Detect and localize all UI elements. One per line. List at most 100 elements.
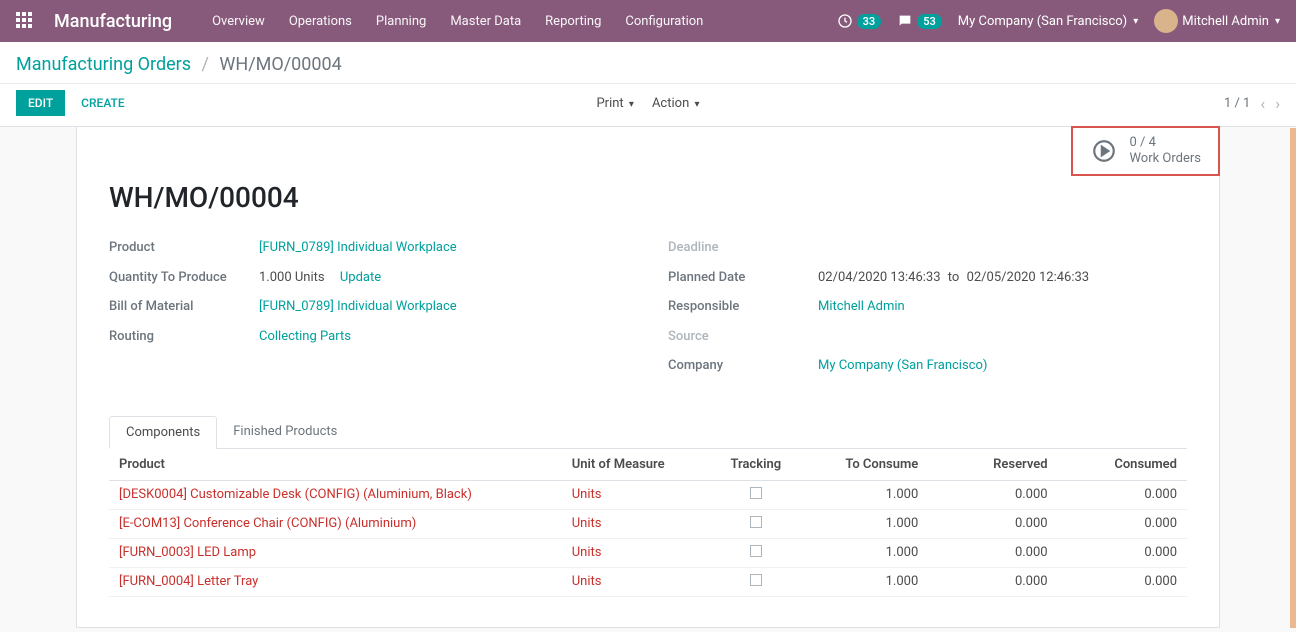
th-tracking[interactable]: Tracking (713, 449, 799, 481)
company-link[interactable]: My Company (San Francisco) (818, 358, 987, 373)
nav-overview[interactable]: Overview (212, 14, 265, 29)
planned-label: Planned Date (668, 268, 818, 288)
chat-icon (897, 13, 913, 29)
source-label: Source (668, 327, 818, 347)
product-label: Product (109, 238, 259, 258)
row-to-consume: 1.000 (799, 480, 928, 509)
th-product[interactable]: Product (109, 449, 562, 481)
fields-left: Product [FURN_0789] Individual Workplace… (109, 238, 628, 386)
clock-icon (837, 13, 853, 29)
company-name: My Company (San Francisco) (958, 14, 1127, 29)
stat-text: 0 / 4 Work Orders (1129, 135, 1201, 166)
planned-from: 02/04/2020 13:46:33 (818, 270, 941, 285)
sheet-bg: 0 / 4 Work Orders WH/MO/00004 Product [F… (0, 127, 1296, 628)
th-to-consume[interactable]: To Consume (799, 449, 928, 481)
breadcrumb-sep: / (196, 54, 215, 75)
avatar (1154, 9, 1178, 33)
fields-grid: Product [FURN_0789] Individual Workplace… (109, 238, 1187, 386)
nav-reporting[interactable]: Reporting (545, 14, 601, 29)
row-uom: Units (572, 516, 602, 531)
qty-update-link[interactable]: Update (340, 270, 381, 285)
tabs: Components Finished Products (109, 416, 1187, 449)
responsible-link[interactable]: Mitchell Admin (818, 299, 905, 314)
th-reserved[interactable]: Reserved (928, 449, 1057, 481)
nav-configuration[interactable]: Configuration (625, 14, 703, 29)
breadcrumb-root[interactable]: Manufacturing Orders (16, 54, 191, 75)
activity-count: 33 (857, 14, 882, 29)
activity-button[interactable]: 33 (837, 13, 882, 29)
toolbar: EDIT CREATE Print ▾ Action ▾ 1 / 1 ‹ › (0, 84, 1296, 127)
qty-value: 1.000 Units (259, 270, 325, 285)
row-consumed: 0.000 (1058, 480, 1187, 509)
nav-right: 33 53 My Company (San Francisco) ▾ Mitch… (837, 9, 1280, 33)
table-row[interactable]: [FURN_0004] Letter TrayUnits1.0000.0000.… (109, 567, 1187, 596)
scroll-indicator (1290, 128, 1296, 628)
brand-title[interactable]: Manufacturing (54, 11, 172, 32)
components-table: Product Unit of Measure Tracking To Cons… (109, 449, 1187, 597)
form-sheet: 0 / 4 Work Orders WH/MO/00004 Product [F… (76, 127, 1220, 628)
nav-master-data[interactable]: Master Data (450, 14, 521, 29)
product-link[interactable]: [FURN_0789] Individual Workplace (259, 240, 457, 255)
navbar: Manufacturing Overview Operations Planni… (0, 0, 1296, 42)
user-name: Mitchell Admin (1182, 14, 1269, 29)
table-row[interactable]: [DESK0004] Customizable Desk (CONFIG) (A… (109, 480, 1187, 509)
pager-prev[interactable]: ‹ (1260, 94, 1265, 113)
tab-components[interactable]: Components (109, 416, 217, 449)
row-reserved: 0.000 (928, 567, 1057, 596)
qty-label: Quantity To Produce (109, 268, 259, 288)
pager-next[interactable]: › (1275, 94, 1280, 113)
row-reserved: 0.000 (928, 538, 1057, 567)
nav-operations[interactable]: Operations (289, 14, 352, 29)
row-to-consume: 1.000 (799, 538, 928, 567)
company-switcher[interactable]: My Company (San Francisco) ▾ (958, 14, 1138, 29)
action-dropdown[interactable]: Action ▾ (652, 96, 700, 111)
row-product-link[interactable]: [FURN_0004] Letter Tray (119, 574, 258, 589)
bom-label: Bill of Material (109, 297, 259, 317)
toolbar-center: Print ▾ Action ▾ (596, 96, 699, 111)
pager: 1 / 1 ‹ › (1224, 94, 1280, 113)
routing-label: Routing (109, 327, 259, 347)
create-button[interactable]: CREATE (77, 90, 128, 116)
row-to-consume: 1.000 (799, 509, 928, 538)
planned-to-word: to (944, 270, 964, 285)
row-consumed: 0.000 (1058, 538, 1187, 567)
responsible-label: Responsible (668, 297, 818, 317)
table-row[interactable]: [FURN_0003] LED LampUnits1.0000.0000.000 (109, 538, 1187, 567)
planned-to: 02/05/2020 12:46:33 (967, 270, 1090, 285)
stat-label: Work Orders (1129, 151, 1201, 167)
row-tracking-checkbox[interactable] (750, 516, 762, 528)
stat-count: 0 / 4 (1129, 135, 1201, 151)
row-uom: Units (572, 574, 602, 589)
row-product-link[interactable]: [E-COM13] Conference Chair (CONFIG) (Alu… (119, 516, 416, 531)
routing-link[interactable]: Collecting Parts (259, 329, 351, 344)
edit-button[interactable]: EDIT (16, 90, 65, 116)
row-tracking-checkbox[interactable] (750, 574, 762, 586)
form-body: WH/MO/00004 Product [FURN_0789] Individu… (77, 127, 1219, 597)
tab-finished-products[interactable]: Finished Products (217, 416, 353, 448)
bom-link[interactable]: [FURN_0789] Individual Workplace (259, 299, 457, 314)
table-row[interactable]: [E-COM13] Conference Chair (CONFIG) (Alu… (109, 509, 1187, 538)
th-consumed[interactable]: Consumed (1058, 449, 1187, 481)
play-circle-icon (1091, 138, 1117, 164)
apps-icon[interactable] (16, 12, 34, 30)
row-reserved: 0.000 (928, 480, 1057, 509)
row-product-link[interactable]: [FURN_0003] LED Lamp (119, 545, 256, 560)
row-consumed: 0.000 (1058, 567, 1187, 596)
caret-down-icon: ▾ (1275, 16, 1280, 27)
row-product-link[interactable]: [DESK0004] Customizable Desk (CONFIG) (A… (119, 487, 472, 502)
discuss-button[interactable]: 53 (897, 13, 942, 29)
deadline-label: Deadline (668, 238, 818, 258)
print-dropdown[interactable]: Print ▾ (596, 96, 633, 111)
row-uom: Units (572, 545, 602, 560)
row-consumed: 0.000 (1058, 509, 1187, 538)
nav-planning[interactable]: Planning (376, 14, 426, 29)
work-orders-stat-button[interactable]: 0 / 4 Work Orders (1072, 127, 1219, 175)
nav-menu: Overview Operations Planning Master Data… (212, 14, 703, 29)
caret-down-icon: ▾ (1133, 16, 1138, 27)
th-uom[interactable]: Unit of Measure (562, 449, 713, 481)
row-tracking-checkbox[interactable] (750, 487, 762, 499)
row-tracking-checkbox[interactable] (750, 545, 762, 557)
user-menu[interactable]: Mitchell Admin ▾ (1154, 9, 1280, 33)
record-title: WH/MO/00004 (109, 181, 1187, 214)
stat-button-box: 0 / 4 Work Orders (1072, 127, 1219, 175)
